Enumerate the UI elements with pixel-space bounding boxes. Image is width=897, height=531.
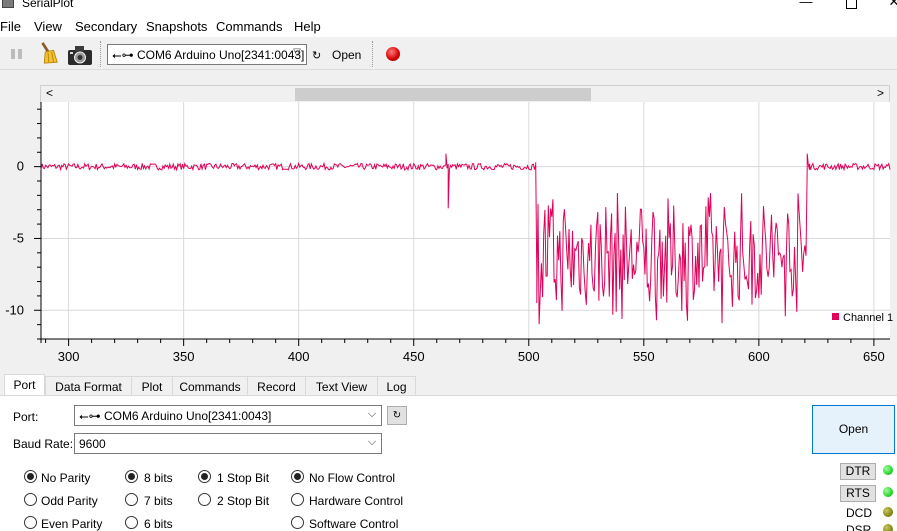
legend-swatch: [832, 313, 839, 320]
no-parity-label: No Parity: [41, 471, 91, 485]
x-tick-label: 400: [288, 349, 310, 364]
dsr-led-icon: [883, 524, 893, 531]
menu-commands[interactable]: Commands: [216, 19, 282, 34]
menu-secondary[interactable]: Secondary: [75, 19, 137, 34]
2-stop-bit-label: 2 Stop Bit: [217, 494, 270, 508]
y-tick-label: -10: [5, 302, 24, 317]
x-tick-label: 450: [403, 349, 425, 364]
x-tick-label: 350: [173, 349, 195, 364]
even-parity-label: Even Parity: [41, 517, 103, 531]
dtr-button[interactable]: DTR: [840, 463, 876, 480]
radio-no-flow-control[interactable]: [291, 470, 304, 483]
y-tick-label: 0: [17, 159, 24, 174]
toolbar-port-value: COM6 Arduino Uno[2341:0043]: [136, 48, 305, 62]
tab-commands[interactable]: Commands: [172, 376, 248, 396]
settings-tabs: Port Data Format Plot Commands Record Te…: [0, 374, 897, 396]
baud-rate-value: 9600: [79, 437, 106, 451]
8-bits-label: 8 bits: [144, 471, 173, 485]
window-title: SerialPlot: [22, 0, 74, 10]
dcd-led-icon: [883, 507, 893, 517]
open-port-button[interactable]: Open: [812, 405, 895, 454]
record-icon[interactable]: [386, 47, 400, 61]
no-flow-control-label: No Flow Control: [309, 471, 396, 485]
refresh-icon: ↻: [392, 410, 402, 421]
maximize-button[interactable]: [841, 0, 861, 11]
plot-canvas[interactable]: 0 -5 -10 300 350 400 450 500 550 600 650 Channel …: [0, 71, 897, 373]
tab-port[interactable]: Port: [4, 374, 45, 396]
port-select-value: COM6 Arduino Uno[2341:0043]: [103, 409, 272, 423]
radio-odd-parity[interactable]: [24, 493, 37, 506]
y-tick-label: -5: [12, 230, 24, 245]
rts-led-icon: [883, 487, 893, 497]
usb-icon: ⭠⊶: [79, 409, 104, 423]
radio-hardware-control[interactable]: [291, 493, 304, 506]
baud-rate-select[interactable]: 9600 ⌵: [74, 433, 382, 454]
software-control-label: Software Control: [309, 517, 399, 531]
6-bits-label: 6 bits: [144, 517, 173, 531]
hardware-control-label: Hardware Control: [309, 494, 404, 508]
title-bar: SerialPlot — ✕: [0, 0, 897, 15]
dtr-led-icon: [883, 465, 893, 475]
radio-2-stop-bit[interactable]: [198, 493, 211, 506]
menu-snapshots[interactable]: Snapshots: [146, 19, 207, 34]
tab-plot[interactable]: Plot: [131, 376, 173, 396]
tab-data-format[interactable]: Data Format: [45, 376, 132, 396]
radio-8-bits[interactable]: [125, 470, 138, 483]
refresh-icon[interactable]: ↻: [312, 49, 321, 62]
tab-text-view[interactable]: Text View: [305, 376, 378, 396]
x-axis: 300 350 400 450 500 550 600 650: [37, 338, 890, 364]
port-select[interactable]: ⭠⊶ COM6 Arduino Uno[2341:0043] ⌵: [74, 405, 382, 426]
odd-parity-label: Odd Parity: [41, 494, 98, 508]
clear-broom-icon[interactable]: [36, 41, 60, 65]
dcd-label: DCD: [846, 506, 872, 520]
x-tick-label: 550: [633, 349, 655, 364]
snapshot-camera-icon[interactable]: [67, 43, 93, 67]
menu-file[interactable]: File: [0, 19, 21, 34]
chevron-down-icon[interactable]: ⌵: [365, 436, 379, 451]
rts-button[interactable]: RTS: [840, 485, 876, 502]
app-icon: [2, 0, 14, 8]
minimize-button[interactable]: —: [796, 0, 816, 11]
toolbar-open-button[interactable]: Open: [332, 48, 361, 62]
port-settings-panel: Port: ⭠⊶ COM6 Arduino Uno[2341:0043] ⌵ ↻…: [0, 395, 897, 531]
usb-icon: ⭠⊶: [112, 48, 137, 62]
y-axis: 0 -5 -10: [5, 102, 42, 343]
toolbar-separator: [100, 41, 102, 67]
chevron-down-icon[interactable]: ⌵: [365, 408, 379, 423]
refresh-ports-button[interactable]: ↻: [387, 406, 407, 425]
legend-label: Channel 1: [843, 312, 893, 324]
close-button[interactable]: ✕: [884, 0, 897, 11]
plot-area[interactable]: < > 0 -5 -10 300 350 400 450 500 550 600 650 Chan…: [0, 71, 897, 373]
radio-1-stop-bit[interactable]: [198, 470, 211, 483]
serialplot-window: SerialPlot — ✕ File View Secondary Snaps…: [0, 0, 897, 531]
x-tick-label: 600: [748, 349, 770, 364]
x-tick-label: 650: [863, 349, 885, 364]
7-bits-label: 7 bits: [144, 494, 173, 508]
chevron-down-icon[interactable]: ▽: [290, 47, 304, 62]
dsr-label: DSR: [846, 523, 872, 531]
toolbar: ⭠⊶ COM6 Arduino Uno[2341:0043] ▽ ↻ Open: [0, 37, 897, 70]
menu-bar: File View Secondary Snapshots Commands H…: [0, 15, 897, 37]
1-stop-bit-label: 1 Stop Bit: [217, 471, 270, 485]
menu-view[interactable]: View: [34, 19, 62, 34]
radio-6-bits[interactable]: [125, 516, 138, 529]
menu-help[interactable]: Help: [294, 19, 321, 34]
radio-even-parity[interactable]: [24, 516, 37, 529]
toolbar-port-select[interactable]: ⭠⊶ COM6 Arduino Uno[2341:0043] ▽: [107, 44, 307, 65]
tab-record[interactable]: Record: [247, 376, 306, 396]
toolbar-separator: [372, 41, 374, 67]
pause-icon[interactable]: [11, 49, 23, 59]
radio-7-bits[interactable]: [125, 493, 138, 506]
x-tick-label: 500: [518, 349, 540, 364]
tab-log[interactable]: Log: [377, 376, 416, 396]
radio-no-parity[interactable]: [24, 470, 37, 483]
radio-software-control[interactable]: [291, 516, 304, 529]
x-tick-label: 300: [58, 349, 80, 364]
port-label: Port:: [13, 410, 39, 424]
baud-rate-label: Baud Rate:: [13, 437, 74, 451]
